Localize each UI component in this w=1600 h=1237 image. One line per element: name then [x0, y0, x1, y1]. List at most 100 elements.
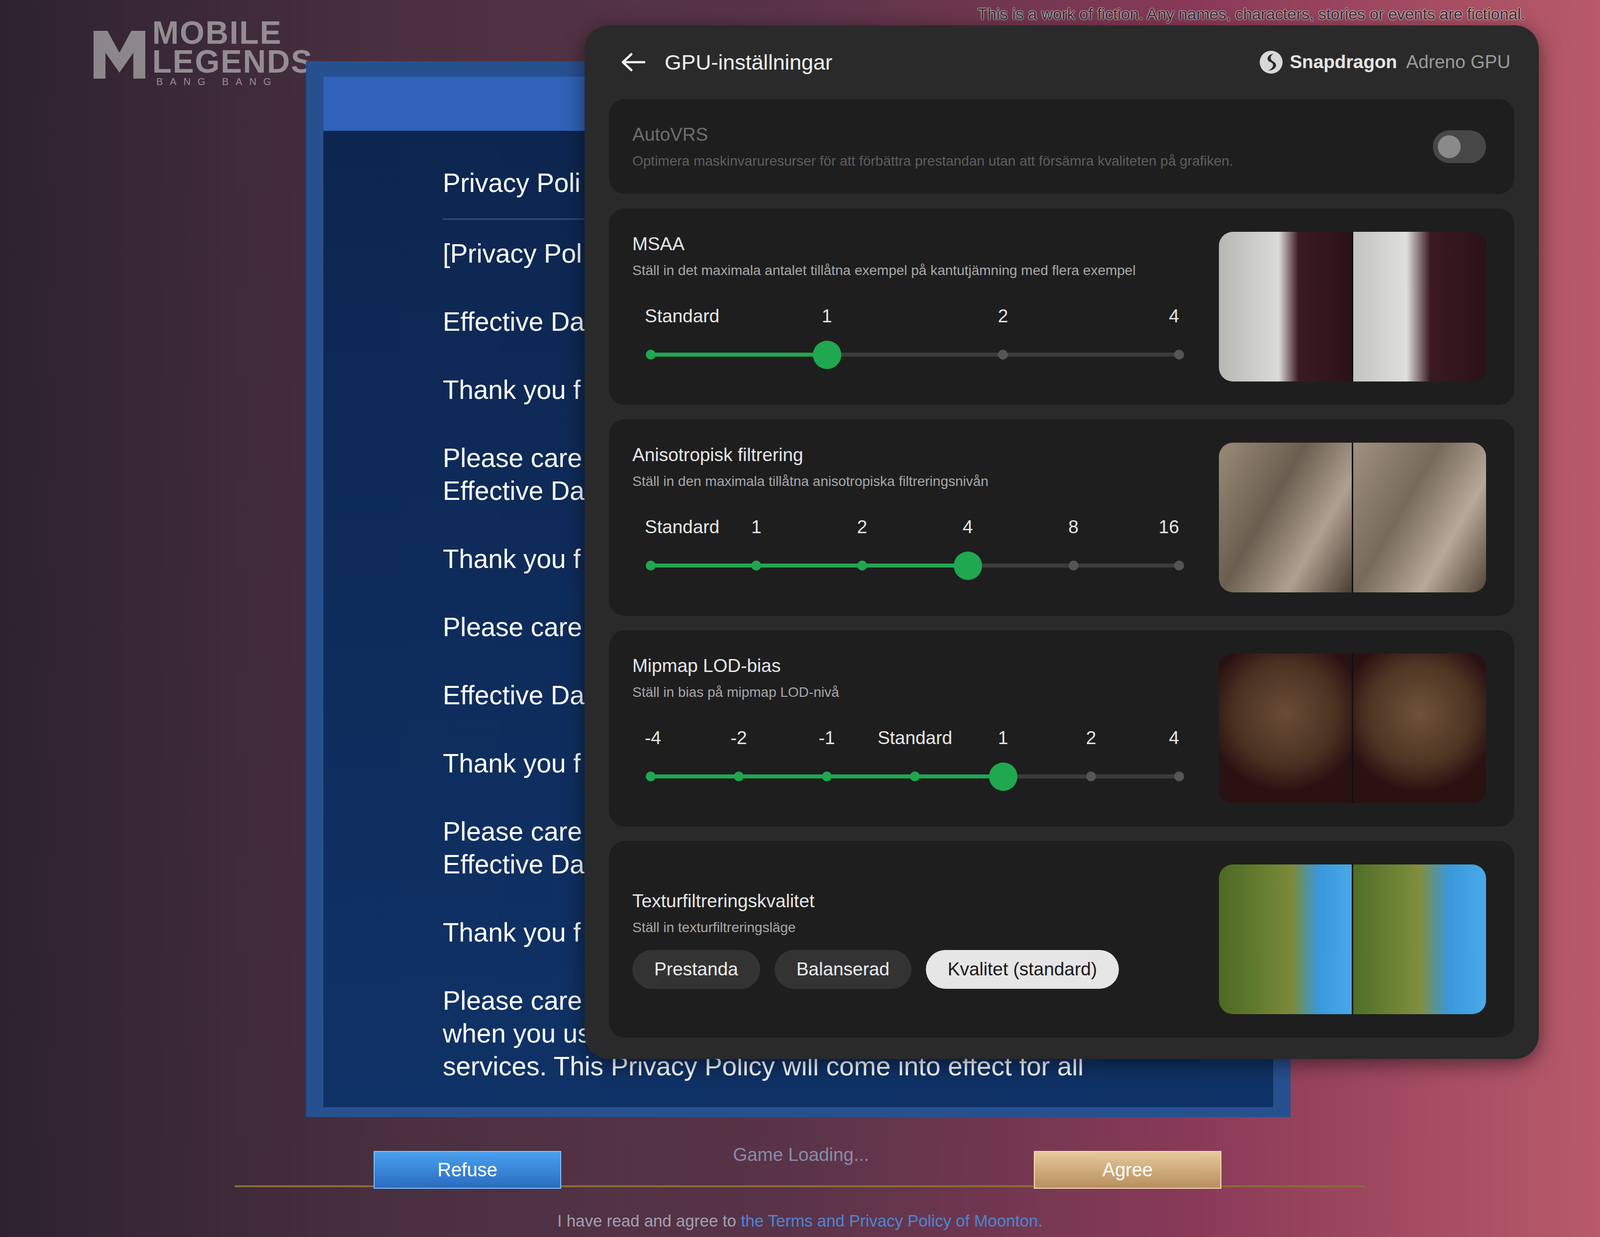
agreement-text: I have read and agree to the Terms and P… [0, 1210, 1600, 1232]
slider-row[interactable] [650, 551, 1180, 581]
slider[interactable]: Standard124 [650, 305, 1180, 370]
slider-stop[interactable] [645, 560, 656, 571]
setting-text: Mipmap LOD-bias Ställ in bias på mipmap L… [608, 630, 1194, 827]
preview-after [1353, 653, 1487, 804]
setting-card: Mipmap LOD-bias Ställ in bias på mipmap L… [608, 630, 1515, 827]
setting-title: Anisotropisk filtrering [632, 444, 1194, 467]
gpu-name: Adreno GPU [1405, 51, 1511, 74]
slider-stop[interactable] [1086, 771, 1097, 782]
logo-icon [89, 22, 150, 83]
setting-title: Texturfiltreringskvalitet [632, 890, 1194, 913]
disclaimer: This is a work of fiction. Any names, ch… [977, 3, 1526, 24]
loading-text: Game Loading... [676, 1144, 926, 1167]
slider-stop[interactable] [645, 349, 656, 360]
setting-description: Ställ in det maximala antalet tillåtna e… [632, 261, 1194, 280]
slider-thumb[interactable] [812, 340, 842, 370]
refuse-button[interactable]: Refuse [373, 1151, 562, 1190]
setting-title: MSAA [632, 233, 1194, 256]
slider-stop[interactable] [1174, 771, 1185, 782]
preview-after [1353, 231, 1487, 382]
setting-text: AutoVRSOptimera maskinvaruresurser för a… [608, 99, 1413, 183]
slider-label: 2 [857, 516, 868, 539]
slider-label: 4 [1168, 305, 1180, 328]
preview-image [1218, 864, 1487, 1015]
slider-label: 4 [1168, 727, 1180, 750]
preview-before [1218, 864, 1352, 1015]
option-label[interactable]: Kvalitet (standard) [947, 958, 1098, 981]
preview-before [1218, 442, 1352, 593]
button-label[interactable]: Agree [1102, 1156, 1153, 1185]
option-button[interactable]: Balanserad [774, 950, 912, 990]
gpu-settings-panel: GPU-inställningar SnapdragonAdreno GPU Aut… [584, 25, 1539, 1060]
slider-row[interactable] [650, 340, 1180, 370]
slider-stop[interactable] [821, 771, 832, 782]
slider-stop[interactable] [1068, 560, 1079, 571]
setting-text: TexturfiltreringskvalitetStäll in textur… [608, 841, 1194, 1038]
option-label[interactable]: Prestanda [654, 958, 739, 981]
option-button[interactable]: Prestanda [632, 950, 761, 990]
slider-thumb[interactable] [989, 762, 1018, 792]
setting-card: MSAA Ställ in det maximala antalet tillåt… [608, 208, 1515, 405]
slider[interactable]: -4-2-1Standard124 [650, 727, 1180, 792]
logo-text: MOBILELEGENDSBANG BANG [152, 18, 313, 88]
agreement-prefix: I have read and agree to [557, 1211, 741, 1231]
slider-stop[interactable] [645, 771, 656, 782]
button-label[interactable]: Refuse [437, 1156, 498, 1185]
setting-text: Anisotropisk filtrering Ställ in den maxi… [608, 419, 1194, 616]
slider-stop[interactable] [857, 560, 868, 571]
logo-line: LEGENDS [152, 47, 313, 77]
slider-label: 16 [1158, 516, 1180, 539]
slider-label: Standard [644, 516, 720, 539]
back-arrow-icon[interactable] [620, 52, 646, 73]
snapdragon-icon [1258, 49, 1284, 75]
slider-stop[interactable] [1174, 560, 1185, 571]
slider[interactable]: Standard124816 [650, 516, 1180, 581]
slider-fill [650, 352, 827, 357]
brand: SnapdragonAdreno GPU [1258, 49, 1511, 75]
preview-image [1218, 231, 1487, 382]
slider-stop[interactable] [733, 771, 744, 782]
slider-label: 1 [998, 727, 1009, 750]
slider-stop[interactable] [909, 771, 920, 782]
slider-track[interactable] [650, 563, 1180, 568]
slider-label: 2 [998, 305, 1009, 328]
option-label[interactable]: Balanserad [796, 958, 890, 981]
settings-list: AutoVRSOptimera maskinvaruresurser för a… [584, 99, 1539, 1038]
slider-label: 1 [751, 516, 762, 539]
setting-description: Ställ in den maximala tillåtna anisotrop… [632, 472, 1194, 491]
slider-label: -4 [644, 727, 662, 750]
slider-labels: Standard124 [650, 305, 1180, 328]
slider-label: 8 [1068, 516, 1079, 539]
slider-stop[interactable] [998, 349, 1008, 360]
setting-card: AutoVRSOptimera maskinvaruresurser för a… [608, 99, 1515, 195]
preview-image [1218, 653, 1487, 804]
slider-label: 2 [1086, 727, 1097, 750]
logo-line: BANG BANG [156, 76, 313, 88]
option-button[interactable]: Kvalitet (standard) [925, 950, 1119, 990]
slider-label: 4 [962, 516, 974, 539]
preview-after [1353, 864, 1487, 1015]
preview-after [1353, 442, 1487, 593]
agree-button[interactable]: Agree [1033, 1151, 1222, 1190]
setting-card: Anisotropisk filtrering Ställ in den maxi… [608, 419, 1515, 616]
slider-row[interactable] [650, 762, 1180, 792]
terms-link[interactable]: the Terms and Privacy Policy of Moonton. [740, 1211, 1043, 1231]
setting-card: TexturfiltreringskvalitetStäll in textur… [608, 841, 1515, 1038]
slider-labels: Standard124816 [650, 516, 1180, 539]
preview-before [1218, 653, 1352, 804]
slider-fill [650, 563, 968, 568]
slider-stop[interactable] [1174, 349, 1185, 360]
logo-line: MOBILE [152, 18, 313, 48]
setting-text: MSAA Ställ in det maximala antalet tillåt… [608, 208, 1194, 405]
setting-description: Ställ in bias på mipmap LOD-nivå [632, 683, 1194, 702]
slider-label: -2 [730, 727, 748, 750]
slider-label: Standard [877, 727, 953, 750]
slider-label: Standard [644, 305, 720, 328]
slider-thumb[interactable] [953, 551, 983, 581]
preview-before [1218, 231, 1352, 382]
panel-title: GPU-inställningar [664, 49, 833, 76]
setting-title: Mipmap LOD-bias [632, 655, 1194, 678]
slider-stop[interactable] [751, 560, 762, 571]
slider-track[interactable] [650, 352, 1180, 357]
preview-image [1218, 442, 1487, 593]
